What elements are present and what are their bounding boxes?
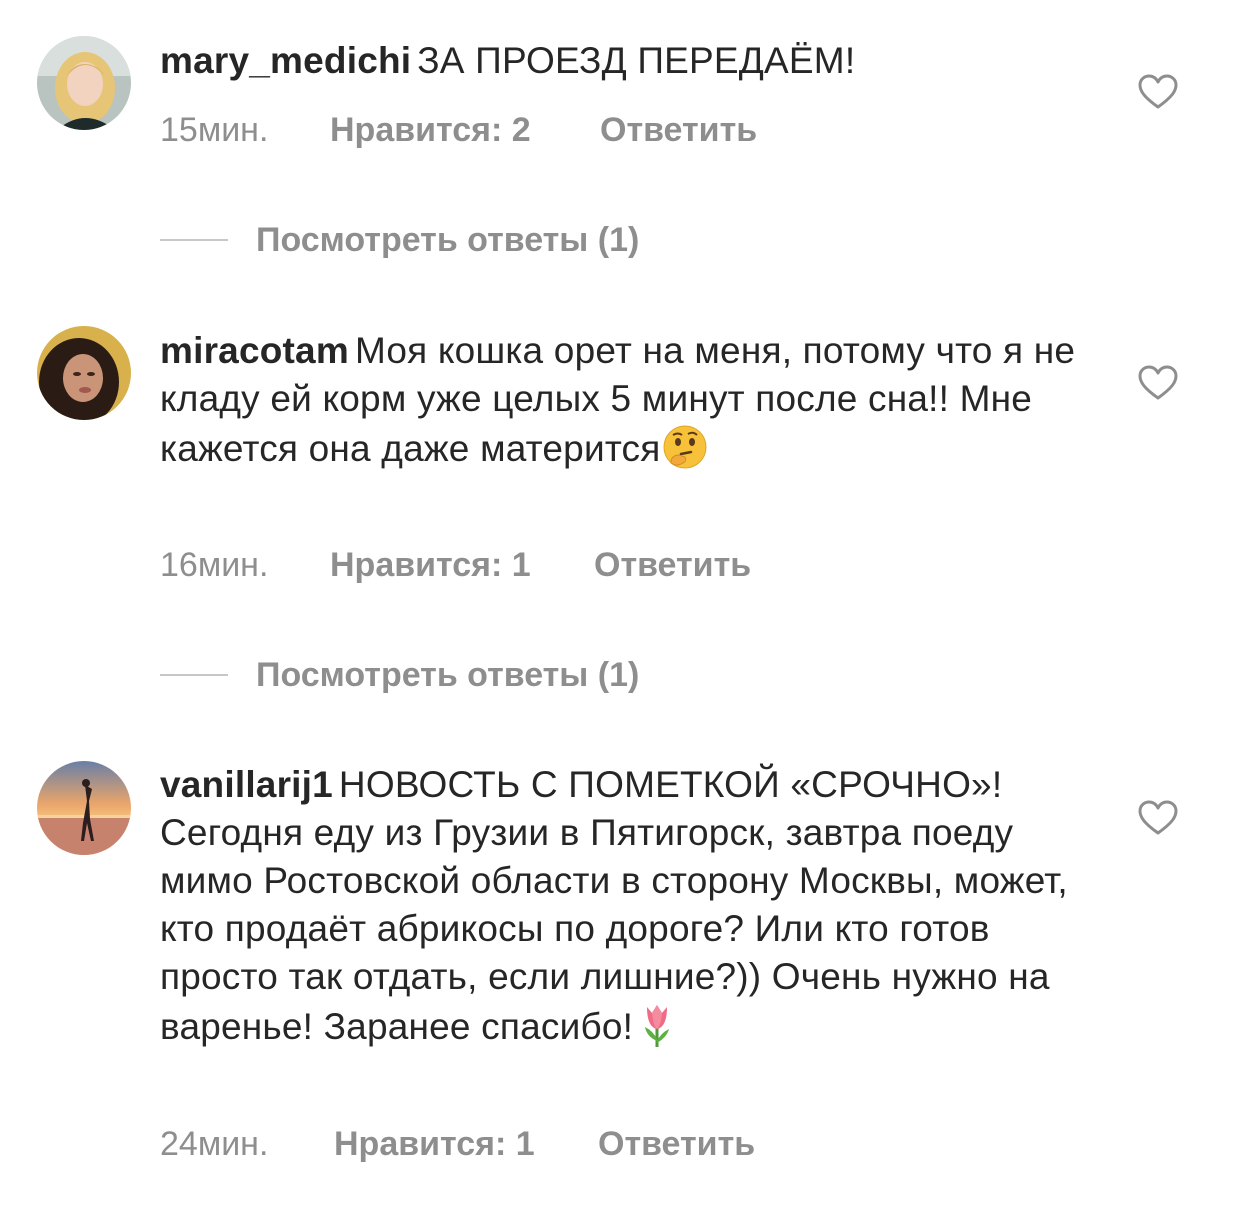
comment-likes[interactable]: Нравится: 2 [330,110,600,150]
comment-username[interactable]: miracotam [160,330,349,371]
comment-time: 24мин. [160,1125,269,1163]
comment-text: ЗА ПРОЕЗД ПЕРЕДАЁМ! [417,40,856,81]
replies-divider [160,239,228,241]
comment-likes[interactable]: Нравится: 1 [330,545,594,585]
comment-meta: 24мин. Нравится: 1 Ответить [160,1124,755,1164]
comment-username[interactable]: mary_medichi [160,40,411,81]
view-replies-label: Посмотреть ответы (1) [256,220,640,259]
comment-time: 16мин. [160,546,269,584]
comment-time: 15мин. [160,111,269,149]
like-heart-icon[interactable] [1138,365,1178,401]
comment-text: НОВОСТЬ С ПОМЕТКОЙ «СРОЧНО»! Сегодня еду… [160,764,1068,1047]
comment-body: miracotam Моя кошка орет на меня, потому … [160,327,1080,473]
view-replies-button[interactable]: Посмотреть ответы (1) [160,655,639,695]
reply-button[interactable]: Ответить [594,545,751,585]
comment-body: mary_medichi ЗА ПРОЕЗД ПЕРЕДАЁМ! [160,37,1080,85]
replies-divider [160,674,228,676]
avatar[interactable] [37,36,131,130]
comment-meta: 15мин. Нравится: 2 Ответить [160,110,757,150]
thinking-face-emoji-icon [661,423,709,471]
view-replies-label: Посмотреть ответы (1) [256,655,640,694]
view-replies-button[interactable]: Посмотреть ответы (1) [160,220,639,260]
avatar[interactable] [37,761,131,855]
like-heart-icon[interactable] [1138,74,1178,110]
reply-button[interactable]: Ответить [598,1124,755,1164]
tulip-emoji-icon [633,1001,681,1049]
comment-likes[interactable]: Нравится: 1 [334,1124,598,1164]
reply-button[interactable]: Ответить [600,110,757,150]
avatar[interactable] [37,326,131,420]
comment-body: vanillarij1 НОВОСТЬ С ПОМЕТКОЙ «СРОЧНО»! … [160,761,1080,1051]
comment-username[interactable]: vanillarij1 [160,764,333,805]
comment-meta: 16мин. Нравится: 1 Ответить [160,545,751,585]
like-heart-icon[interactable] [1138,800,1178,836]
